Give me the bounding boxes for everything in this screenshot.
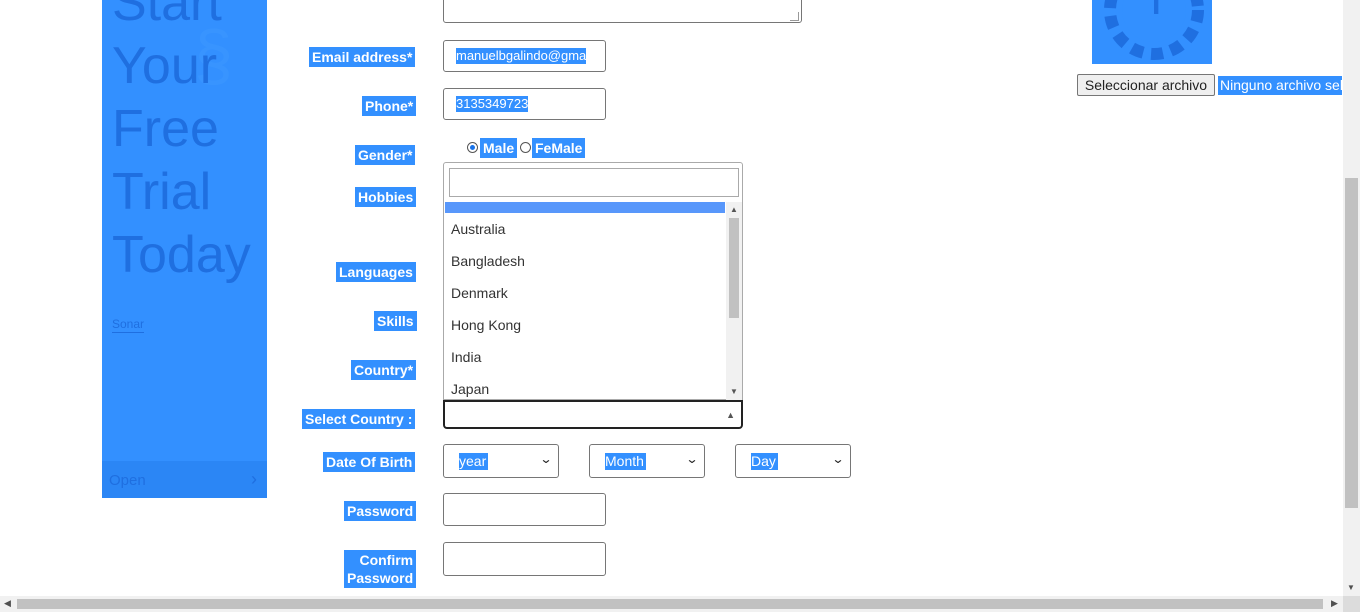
chevron-right-icon: › xyxy=(251,469,257,489)
caret-up-icon: ▲ xyxy=(726,410,735,420)
country-option[interactable]: Bangladesh xyxy=(445,245,725,277)
gender-male-label[interactable]: Male xyxy=(480,138,518,158)
select-country-label: Select Country : xyxy=(302,409,416,429)
scroll-up-icon[interactable]: ▲ xyxy=(730,205,738,214)
dob-month-value: Month xyxy=(605,453,646,470)
chevron-down-icon: ⌄ xyxy=(685,452,699,466)
resize-grip-icon[interactable] xyxy=(790,12,799,21)
dropdown-scroll-thumb[interactable] xyxy=(729,218,739,318)
password-label: Password xyxy=(344,501,417,521)
file-status-text: Ninguno archivo seleccionado xyxy=(1218,76,1342,95)
scroll-left-icon[interactable]: ◀ xyxy=(4,598,11,609)
ad-panel[interactable]: § Start Your Free Trial Today Sonar Open… xyxy=(102,0,267,498)
dob-day-select[interactable]: Day ⌄ xyxy=(735,444,851,478)
country-option[interactable]: India xyxy=(445,341,725,373)
ad-headline-line: Your xyxy=(112,37,218,95)
country-dropdown[interactable]: Australia Bangladesh Denmark Hong Kong I… xyxy=(443,162,743,400)
svg-text:T: T xyxy=(1147,0,1165,21)
dob-label: Date Of Birth xyxy=(323,452,416,472)
page-vertical-scrollbar[interactable]: ▼ xyxy=(1343,0,1360,596)
scroll-down-icon[interactable]: ▼ xyxy=(1347,583,1355,592)
country-label: Country* xyxy=(351,360,417,380)
gear-icon: T xyxy=(1104,0,1204,60)
gender-female-label[interactable]: FeMale xyxy=(532,138,586,158)
page-horizontal-scrollbar[interactable]: ◀ ▶ xyxy=(0,596,1360,612)
languages-label: Languages xyxy=(336,262,416,282)
horizontal-scroll-thumb[interactable] xyxy=(17,599,1323,609)
country-options-list: Australia Bangladesh Denmark Hong Kong I… xyxy=(445,213,725,405)
email-value: manuelbgalindo@gma xyxy=(456,48,587,64)
email-label: Email address* xyxy=(309,47,416,67)
dob-month-select[interactable]: Month ⌄ xyxy=(589,444,705,478)
phone-label: Phone* xyxy=(362,96,417,116)
ad-sonar-link[interactable]: Sonar xyxy=(112,317,145,333)
phone-value: 3135349723 xyxy=(456,96,529,112)
dob-year-select[interactable]: year ⌄ xyxy=(443,444,559,478)
skills-label: Skills xyxy=(374,311,417,331)
ad-open-label: Open xyxy=(109,472,146,489)
profile-image-preview: T xyxy=(1092,0,1212,64)
gender-label: Gender* xyxy=(355,145,416,165)
gender-female-radio[interactable] xyxy=(520,142,531,153)
dropdown-scrollbar[interactable]: ▲ ▼ xyxy=(726,202,742,400)
ad-headline-line: Today xyxy=(112,226,251,284)
email-field[interactable]: manuelbgalindo@gma xyxy=(443,40,606,72)
country-search-input[interactable] xyxy=(449,168,739,197)
chevron-down-icon: ⌄ xyxy=(831,452,845,466)
gender-male-radio[interactable] xyxy=(467,142,478,153)
phone-field[interactable]: 3135349723 xyxy=(443,88,606,120)
country-option[interactable]: Australia xyxy=(445,213,725,245)
address-textarea[interactable] xyxy=(443,0,802,23)
scroll-down-icon[interactable]: ▼ xyxy=(730,387,738,396)
country-option[interactable]: Hong Kong xyxy=(445,309,725,341)
choose-file-button[interactable]: Seleccionar archivo xyxy=(1077,74,1215,96)
chevron-down-icon: ⌄ xyxy=(539,452,553,466)
dob-day-value: Day xyxy=(751,453,778,470)
ad-headline-line: Free xyxy=(112,100,219,158)
country-option[interactable]: Denmark xyxy=(445,277,725,309)
ad-headline-line: Start xyxy=(112,0,222,32)
dob-year-value: year xyxy=(459,453,489,470)
hobbies-label: Hobbies xyxy=(355,187,417,207)
confirm-password-label-line: Password xyxy=(347,570,414,586)
scroll-right-icon[interactable]: ▶ xyxy=(1331,598,1338,609)
ad-headline-line: Trial xyxy=(112,163,212,221)
confirm-password-field[interactable] xyxy=(443,542,606,576)
scrollbar-corner xyxy=(1343,596,1360,612)
ad-open-button[interactable]: Open › xyxy=(102,461,267,498)
ad-headline: Start Your Free Trial Today xyxy=(112,0,251,287)
vertical-scroll-thumb[interactable] xyxy=(1345,178,1358,508)
password-field[interactable] xyxy=(443,493,606,526)
select-country-combobox[interactable]: ▲ xyxy=(443,400,743,429)
confirm-password-label-line: Confirm xyxy=(359,552,414,568)
dropdown-highlighted-option[interactable] xyxy=(445,202,725,213)
confirm-password-label: Confirm Password xyxy=(344,550,417,588)
